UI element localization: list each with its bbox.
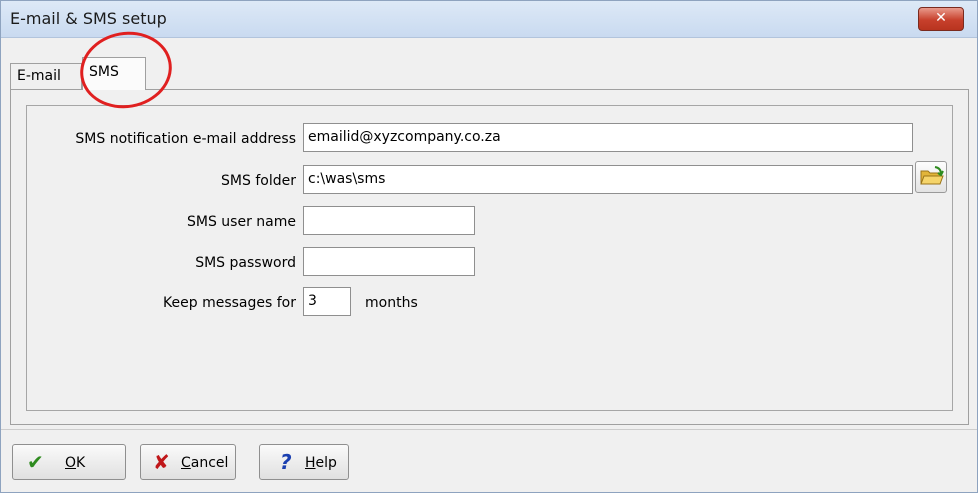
question-icon: ? (280, 450, 292, 474)
cancel-label: Cancel (181, 455, 229, 471)
open-folder-icon (920, 166, 944, 185)
sms-user-field[interactable] (303, 206, 475, 235)
sms-email-label: SMS notification e-mail address (75, 131, 296, 147)
title-bar[interactable]: E-mail & SMS setup ✕ (1, 1, 977, 38)
help-label: Help (305, 455, 337, 471)
keep-months-field[interactable]: 3 (303, 287, 351, 316)
tab-email[interactable]: E-mail (10, 63, 82, 89)
sms-password-field[interactable] (303, 247, 475, 276)
tab-sms[interactable]: SMS (82, 57, 146, 90)
cancel-button[interactable]: ✘ Cancel (140, 444, 236, 480)
sms-folder-field[interactable]: c:\was\sms (303, 165, 913, 194)
tab-sms-label: SMS (89, 64, 119, 80)
sms-password-label: SMS password (195, 255, 296, 271)
window-title: E-mail & SMS setup (10, 9, 167, 28)
sms-email-field[interactable]: emailid@xyzcompany.co.za (303, 123, 913, 152)
ok-label: OK (65, 455, 86, 471)
months-label: months (365, 295, 418, 311)
dialog-window: E-mail & SMS setup ✕ E-mail SMS SMS noti… (0, 0, 978, 493)
tab-email-label: E-mail (17, 68, 61, 84)
close-button[interactable]: ✕ (918, 7, 964, 31)
ok-button[interactable]: ✔ OK (12, 444, 126, 480)
sms-user-label: SMS user name (187, 214, 296, 230)
sms-folder-label: SMS folder (221, 173, 296, 189)
help-button[interactable]: ? Help (259, 444, 349, 480)
keep-messages-label: Keep messages for (163, 295, 296, 311)
checkmark-icon: ✔ (27, 450, 44, 474)
browse-folder-button[interactable] (915, 161, 947, 193)
close-icon: ✕ (935, 10, 947, 26)
x-icon: ✘ (153, 450, 170, 474)
